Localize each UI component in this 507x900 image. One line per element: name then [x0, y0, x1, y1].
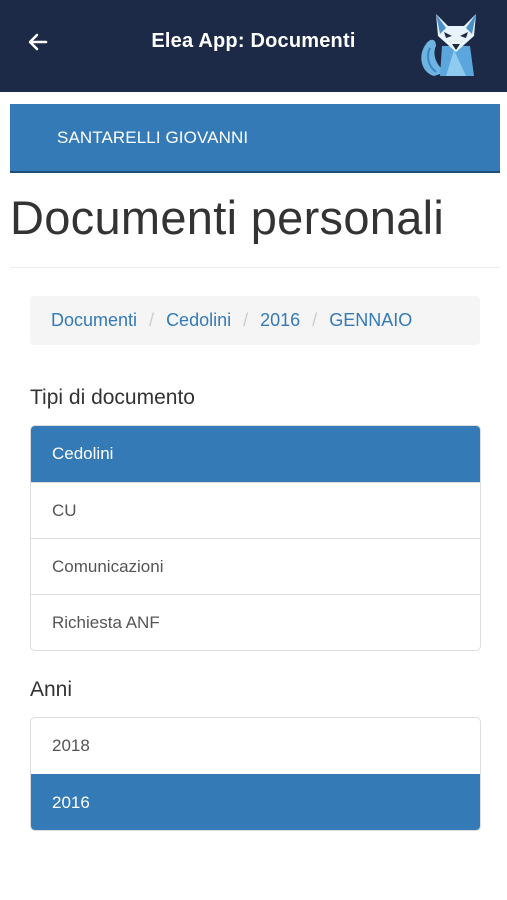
breadcrumb: Documenti / Cedolini / 2016 / GENNAIO — [30, 296, 480, 345]
user-bar[interactable]: SANTARELLI GIOVANNI — [10, 104, 500, 173]
breadcrumb-item-cedolini[interactable]: Cedolini — [166, 310, 231, 331]
fox-logo — [421, 14, 476, 76]
breadcrumb-item-year[interactable]: 2016 — [260, 310, 300, 331]
doc-types-list: Cedolini CU Comunicazioni Richiesta ANF — [30, 425, 481, 651]
breadcrumb-separator: / — [243, 310, 249, 330]
year-2016[interactable]: 2016 — [31, 774, 480, 830]
breadcrumb-item-documenti[interactable]: Documenti — [51, 310, 137, 331]
doc-type-richiesta-anf[interactable]: Richiesta ANF — [31, 594, 480, 650]
user-name: SANTARELLI GIOVANNI — [57, 128, 249, 147]
app-header: Elea App: Documenti — [0, 0, 507, 92]
years-heading: Anni — [30, 678, 73, 701]
breadcrumb-separator: / — [312, 310, 318, 330]
breadcrumb-item-month[interactable]: GENNAIO — [329, 310, 412, 331]
doc-type-comunicazioni[interactable]: Comunicazioni — [31, 538, 480, 594]
page-title: Documenti personali — [10, 191, 445, 244]
years-list: 2018 2016 — [30, 717, 481, 831]
year-2018[interactable]: 2018 — [31, 718, 480, 774]
doc-type-cu[interactable]: CU — [31, 482, 480, 538]
breadcrumb-separator: / — [149, 310, 155, 330]
divider — [10, 267, 500, 268]
doc-types-heading: Tipi di documento — [30, 386, 195, 409]
doc-type-cedolini[interactable]: Cedolini — [31, 426, 480, 482]
